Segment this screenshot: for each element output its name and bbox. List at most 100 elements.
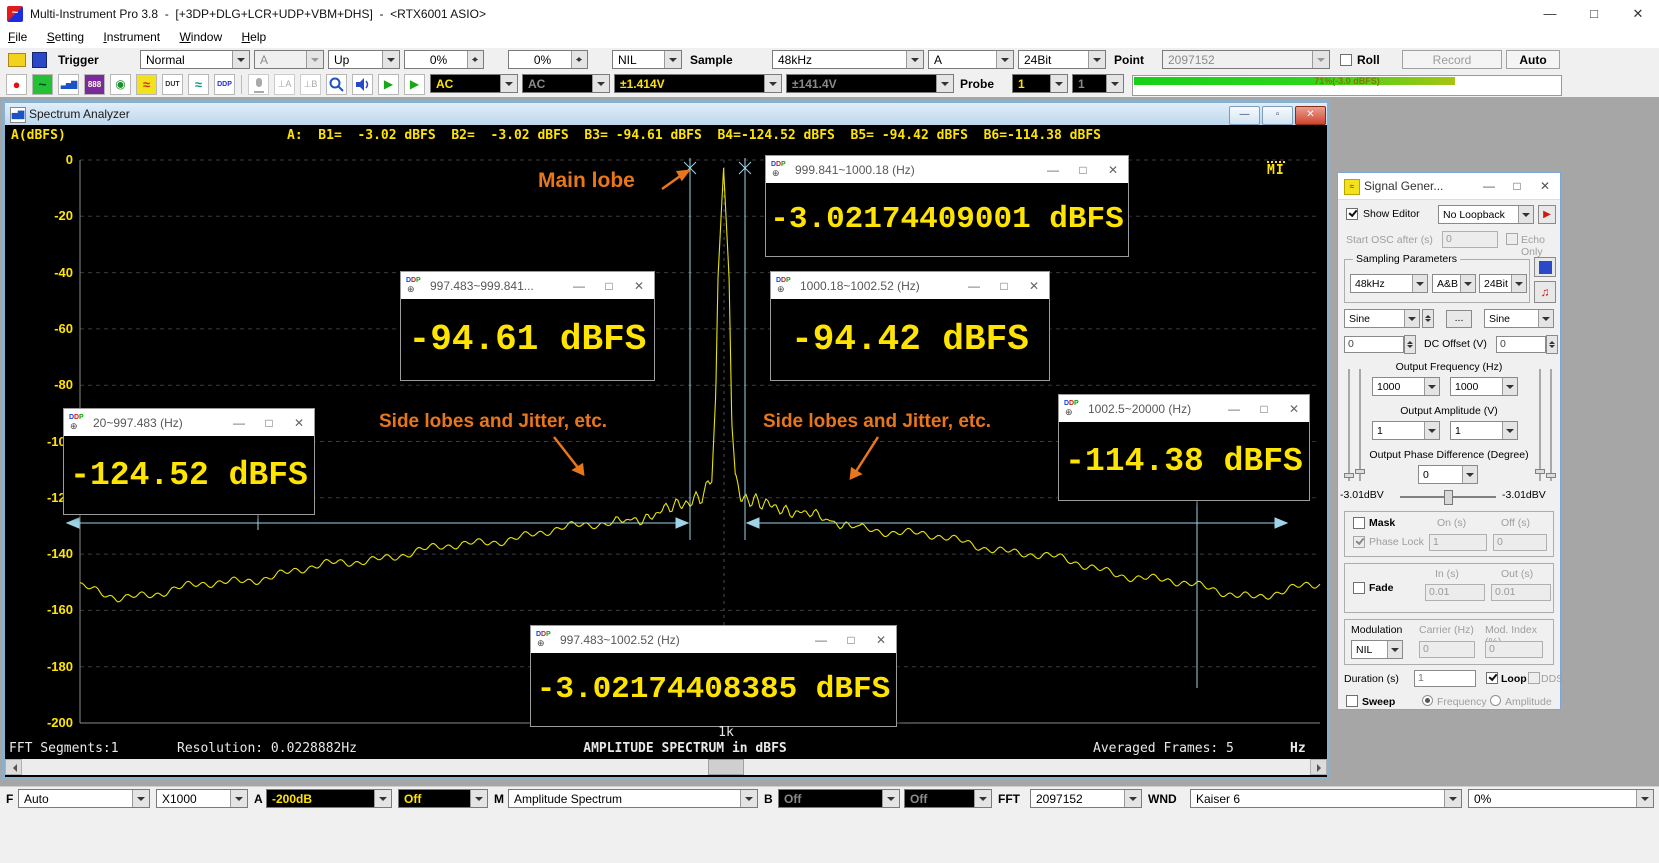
- chevron-down-icon[interactable]: [1444, 790, 1461, 807]
- amplitude-a-combo[interactable]: 1: [1372, 421, 1440, 440]
- calibration-icon[interactable]: [326, 74, 347, 95]
- carrier-input[interactable]: 0: [1419, 641, 1475, 658]
- spectrum-analyzer-icon[interactable]: ▃▅▇: [58, 74, 79, 95]
- maximize-icon[interactable]: □: [989, 279, 1019, 293]
- points-combo[interactable]: 2097152: [1162, 50, 1330, 69]
- level-slider-b-inner[interactable]: [1539, 369, 1541, 481]
- ddp-window-high-band[interactable]: DDP⊕ 1002.5~20000 (Hz) —□✕ -114.38 dBFS: [1058, 394, 1310, 501]
- range-a-combo[interactable]: ±1.414V: [614, 74, 782, 93]
- hpf-combo[interactable]: NIL: [612, 50, 682, 69]
- balance-slider-thumb[interactable]: [1444, 490, 1453, 505]
- minimize-icon[interactable]: —: [959, 279, 989, 293]
- minimize-icon[interactable]: —: [806, 633, 836, 647]
- trigger-edge-combo[interactable]: Up: [328, 50, 400, 69]
- ddp-titlebar[interactable]: DDP⊕ 997.483~1002.52 (Hz) —□✕: [531, 626, 896, 653]
- close-icon[interactable]: ✕: [1098, 163, 1128, 177]
- coupling-a-combo[interactable]: AC: [430, 74, 518, 93]
- chevron-down-icon[interactable]: [1124, 790, 1141, 807]
- wave-b-combo[interactable]: Sine: [1484, 309, 1554, 328]
- modulation-type-combo[interactable]: NIL: [1351, 640, 1403, 659]
- window-function-combo[interactable]: Kaiser 6: [1190, 789, 1462, 808]
- bit-depth-combo[interactable]: 24Bit: [1018, 50, 1106, 69]
- chevron-down-icon[interactable]: [470, 790, 487, 807]
- chevron-down-icon[interactable]: [1088, 51, 1105, 68]
- save-icon[interactable]: [32, 52, 47, 68]
- probe-b-combo[interactable]: 1: [1072, 74, 1124, 93]
- menu-file[interactable]: File: [0, 28, 35, 46]
- ddp-window-mainlobe-band[interactable]: DDP⊕ 997.483~1002.52 (Hz) —□✕ -3.0217440…: [530, 625, 897, 727]
- chevron-down-icon[interactable]: [1424, 378, 1439, 395]
- minimize-icon[interactable]: —: [564, 279, 594, 293]
- ddp-titlebar[interactable]: DDP⊕ 997.483~999.841... —□✕: [401, 272, 654, 299]
- auto-button[interactable]: Auto: [1506, 50, 1560, 69]
- chevron-down-icon[interactable]: [1502, 378, 1517, 395]
- start-generator-button[interactable]: ▶: [1538, 205, 1556, 224]
- ddp-viewer-icon[interactable]: DDP: [214, 74, 235, 95]
- overlap-combo[interactable]: 0%: [1468, 789, 1654, 808]
- scroll-right-icon[interactable]: [1310, 759, 1327, 775]
- chevron-down-icon[interactable]: [382, 51, 399, 68]
- ground-b-icon[interactable]: ⊥B: [300, 74, 321, 95]
- chevron-down-icon[interactable]: [232, 51, 249, 68]
- sweep-amplitude-radio[interactable]: [1490, 695, 1501, 706]
- maximize-icon[interactable]: □: [594, 279, 624, 293]
- mask-checkbox[interactable]: [1353, 517, 1365, 529]
- coupling-b-combo[interactable]: AC: [522, 74, 610, 93]
- minimize-button[interactable]: —: [1528, 0, 1572, 28]
- a-ref-combo[interactable]: Off: [398, 789, 488, 808]
- spectrum-h-scrollbar[interactable]: [5, 759, 1327, 775]
- phase-combo[interactable]: 0: [1418, 465, 1478, 484]
- sound-device-icon[interactable]: [352, 74, 373, 95]
- scroll-left-icon[interactable]: [5, 759, 22, 775]
- menu-instrument[interactable]: Instrument: [95, 28, 168, 46]
- chevron-down-icon[interactable]: [764, 75, 781, 92]
- ddp-window-right-sideband[interactable]: DDP⊕ 1000.18~1002.52 (Hz) —□✕ -94.42 dBF…: [770, 271, 1050, 381]
- dc-b-spinner[interactable]: [1546, 335, 1558, 354]
- chevron-down-icon[interactable]: [996, 51, 1013, 68]
- dc-a-spinner[interactable]: [1404, 335, 1416, 354]
- show-editor-checkbox[interactable]: [1346, 208, 1358, 220]
- sg-bits-combo[interactable]: 24Bit: [1479, 274, 1527, 293]
- spectrum-plot-region[interactable]: A(dBFS) A: B1= -3.02 dBFS B2= -3.02 dBFS…: [5, 125, 1327, 777]
- spectrum-titlebar[interactable]: ▅▇ Spectrum Analyzer — ▫ ✕: [5, 103, 1327, 126]
- start-osc-input[interactable]: 0: [1442, 231, 1498, 248]
- fade-in-input[interactable]: 0.01: [1425, 584, 1485, 601]
- spectrum-restore-button[interactable]: ▫: [1262, 106, 1293, 125]
- ddp-window-main-peak[interactable]: DDP⊕ 999.841~1000.18 (Hz) —□✕ -3.0217440…: [765, 155, 1129, 257]
- probe-a-combo[interactable]: 1: [1012, 74, 1068, 93]
- mask-on-input[interactable]: 1: [1429, 534, 1487, 551]
- ddp-titlebar[interactable]: DDP⊕ 999.841~1000.18 (Hz) —□✕: [766, 156, 1128, 183]
- level-slider-a-outer[interactable]: [1348, 369, 1350, 481]
- dds-checkbox[interactable]: [1528, 672, 1540, 684]
- trigger-source-combo[interactable]: A: [254, 50, 324, 69]
- oscilloscope-icon[interactable]: ●: [6, 74, 27, 95]
- chevron-down-icon[interactable]: [740, 790, 757, 807]
- menu-window[interactable]: Window: [171, 28, 230, 46]
- signal-generator-titlebar[interactable]: ≈ Signal Gener... — □ ✕: [1338, 173, 1560, 200]
- loopback-combo[interactable]: No Loopback: [1438, 205, 1534, 224]
- chevron-down-icon[interactable]: [1502, 422, 1517, 439]
- level-slider-b-outer[interactable]: [1550, 369, 1552, 481]
- b-range-combo[interactable]: Off: [778, 789, 900, 808]
- display-mode-combo[interactable]: Amplitude Spectrum: [508, 789, 758, 808]
- phase-lock-checkbox[interactable]: [1353, 536, 1365, 548]
- close-icon[interactable]: ✕: [1534, 179, 1556, 193]
- menu-setting[interactable]: Setting: [39, 28, 92, 46]
- menu-help[interactable]: Help: [234, 28, 275, 46]
- sg-sample-rate-combo[interactable]: 48kHz: [1350, 274, 1428, 293]
- chevron-down-icon[interactable]: [1404, 310, 1419, 327]
- wave-editor-button[interactable]: ...: [1446, 310, 1472, 328]
- dc-offset-a-input[interactable]: 0: [1344, 336, 1404, 353]
- dc-offset-b-input[interactable]: 0: [1496, 336, 1546, 353]
- chevron-down-icon[interactable]: [1636, 790, 1653, 807]
- maximize-icon[interactable]: □: [836, 633, 866, 647]
- chevron-down-icon[interactable]: [1538, 310, 1553, 327]
- mask-off-input[interactable]: 0: [1493, 534, 1547, 551]
- fft-points-combo[interactable]: 2097152: [1030, 789, 1142, 808]
- mod-index-input[interactable]: 0: [1485, 641, 1543, 658]
- close-icon[interactable]: ✕: [1279, 402, 1309, 416]
- frequency-axis-combo[interactable]: Auto: [18, 789, 150, 808]
- device-test-plan-icon[interactable]: DUT: [162, 74, 183, 95]
- ddp-titlebar[interactable]: DDP⊕ 20~997.483 (Hz) —□✕: [64, 409, 314, 436]
- chevron-down-icon[interactable]: [500, 75, 517, 92]
